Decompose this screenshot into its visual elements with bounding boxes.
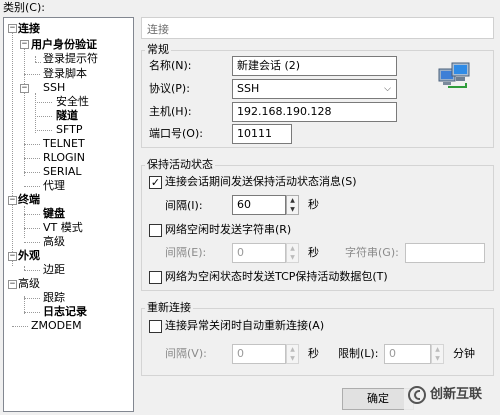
tree-item-login-scripts[interactable]: 登录脚本 (43, 67, 87, 80)
spin-down-icon[interactable]: ▼ (287, 253, 298, 262)
tree-item-sftp[interactable]: SFTP (56, 123, 82, 136)
keepalive-group-title: 保持活动状态 (145, 158, 215, 171)
expand-advanced-icon[interactable]: − (8, 280, 17, 289)
keepalive-send-checkbox[interactable]: ✓ (149, 176, 162, 189)
protocol-label: 协议(P): (149, 82, 190, 95)
tree-item-margins[interactable]: 边距 (43, 263, 65, 276)
idle-interval-spinner[interactable]: ▲ ▼ (286, 243, 299, 263)
reconnect-limit-spinner[interactable]: ▲ ▼ (431, 344, 444, 364)
expand-auth-icon[interactable]: − (20, 40, 29, 49)
watermark: 创新互联 (404, 378, 498, 412)
tcp-keepalive-checkbox[interactable] (149, 271, 162, 284)
host-label: 主机(H): (149, 105, 192, 118)
reconnect-limit-input[interactable]: 0 (384, 344, 431, 364)
auto-reconnect-label: 连接异常关闭时自动重新连接(A) (165, 319, 325, 332)
tree-item-terminal-advanced[interactable]: 高级 (43, 235, 65, 248)
keepalive-send-label: 连接会话期间发送保持活动状态消息(S) (165, 175, 357, 188)
expand-ssh-icon[interactable]: − (20, 84, 29, 93)
protocol-select[interactable]: SSH ⌵ (232, 79, 397, 99)
idle-string-label: 网络空闲时发送字符串(R) (165, 223, 292, 236)
tree-item-keyboard[interactable]: 键盘 (43, 207, 65, 220)
spin-down-icon[interactable]: ▼ (287, 354, 298, 363)
keepalive-interval-spinner[interactable]: ▲ ▼ (286, 195, 299, 215)
name-input[interactable]: 新建会话 (2) (232, 56, 397, 76)
idle-interval-label: 间隔(E): (165, 246, 207, 259)
page-header: 连接 (141, 17, 494, 39)
tree-item-appearance[interactable]: 外观 (18, 249, 40, 262)
tree-item-tunneling[interactable]: 隧道 (56, 109, 78, 122)
expand-connection-icon[interactable]: − (8, 24, 17, 33)
idle-interval-input[interactable]: 0 (232, 243, 286, 263)
category-label: 类别(C): (3, 1, 45, 14)
tree-item-vt-modes[interactable]: VT 模式 (43, 221, 83, 234)
name-label: 名称(N): (149, 59, 192, 72)
tree-item-advanced[interactable]: 高级 (18, 277, 40, 290)
spin-up-icon[interactable]: ▲ (287, 345, 298, 354)
tree-item-zmodem[interactable]: ZMODEM (31, 319, 82, 332)
reconnect-minutes-label: 分钟 (453, 347, 475, 360)
category-tree[interactable]: − − − − − − 连接 用户身份验证 登录提示符 登录脚本 SSH 安全性… (3, 17, 134, 412)
reconnect-interval-spinner[interactable]: ▲ ▼ (286, 344, 299, 364)
tree-item-connection[interactable]: 连接 (18, 22, 40, 35)
tree-item-user-auth[interactable]: 用户身份验证 (31, 38, 97, 51)
spin-up-icon[interactable]: ▲ (432, 345, 443, 354)
auto-reconnect-checkbox[interactable] (149, 320, 162, 333)
tree-line-terminal (24, 206, 25, 238)
tcp-keepalive-label: 网络为空闲状态时发送TCP保持活动数据包(T) (165, 270, 388, 283)
tree-item-login-prompts[interactable]: 登录提示符 (43, 52, 98, 65)
tree-item-rlogin[interactable]: RLOGIN (43, 151, 85, 164)
tree-item-logging[interactable]: 日志记录 (43, 305, 87, 318)
network-computers-icon (438, 61, 472, 93)
keepalive-interval-label: 间隔(I): (165, 199, 203, 212)
reconnect-group-title: 重新连接 (145, 301, 193, 314)
spin-up-icon[interactable]: ▲ (287, 196, 298, 205)
tree-line-root (12, 28, 13, 266)
page-title: 连接 (147, 23, 169, 36)
keepalive-seconds-label: 秒 (308, 198, 319, 211)
idle-string-input[interactable] (405, 243, 485, 263)
idle-string-checkbox[interactable] (149, 224, 162, 237)
port-label: 端口号(O): (149, 127, 203, 140)
idle-string-value-label: 字符串(G): (345, 246, 399, 259)
expand-appearance-icon[interactable]: − (8, 252, 17, 261)
tree-item-security[interactable]: 安全性 (56, 95, 89, 108)
reconnect-interval-label: 间隔(V): (165, 347, 207, 360)
tree-item-trace[interactable]: 跟踪 (43, 291, 65, 304)
tree-item-terminal[interactable]: 终端 (18, 193, 40, 206)
general-group-title: 常规 (145, 43, 171, 56)
keepalive-interval-input[interactable]: 60 (232, 195, 286, 215)
spin-up-icon[interactable]: ▲ (287, 244, 298, 253)
idle-seconds-label: 秒 (308, 246, 319, 259)
reconnect-limit-label: 限制(L): (338, 347, 379, 360)
watermark-logo-icon (408, 386, 426, 404)
tree-line-ssh (35, 93, 36, 133)
chevron-down-icon: ⌵ (384, 84, 391, 94)
tree-item-proxy[interactable]: 代理 (43, 179, 65, 192)
reconnect-seconds-label: 秒 (308, 347, 319, 360)
expand-terminal-icon[interactable]: − (8, 196, 17, 205)
protocol-value: SSH (237, 82, 260, 95)
tree-item-telnet[interactable]: TELNET (43, 137, 85, 150)
tree-line-connection (24, 44, 25, 176)
spin-down-icon[interactable]: ▼ (287, 205, 298, 214)
reconnect-interval-input[interactable]: 0 (232, 344, 286, 364)
host-input[interactable]: 192.168.190.128 (232, 102, 397, 122)
port-input[interactable]: 10111 (232, 124, 292, 144)
tree-item-ssh[interactable]: SSH (43, 81, 65, 94)
watermark-text: 创新互联 (430, 387, 483, 402)
tree-item-serial[interactable]: SERIAL (43, 165, 81, 178)
spin-down-icon[interactable]: ▼ (432, 354, 443, 363)
